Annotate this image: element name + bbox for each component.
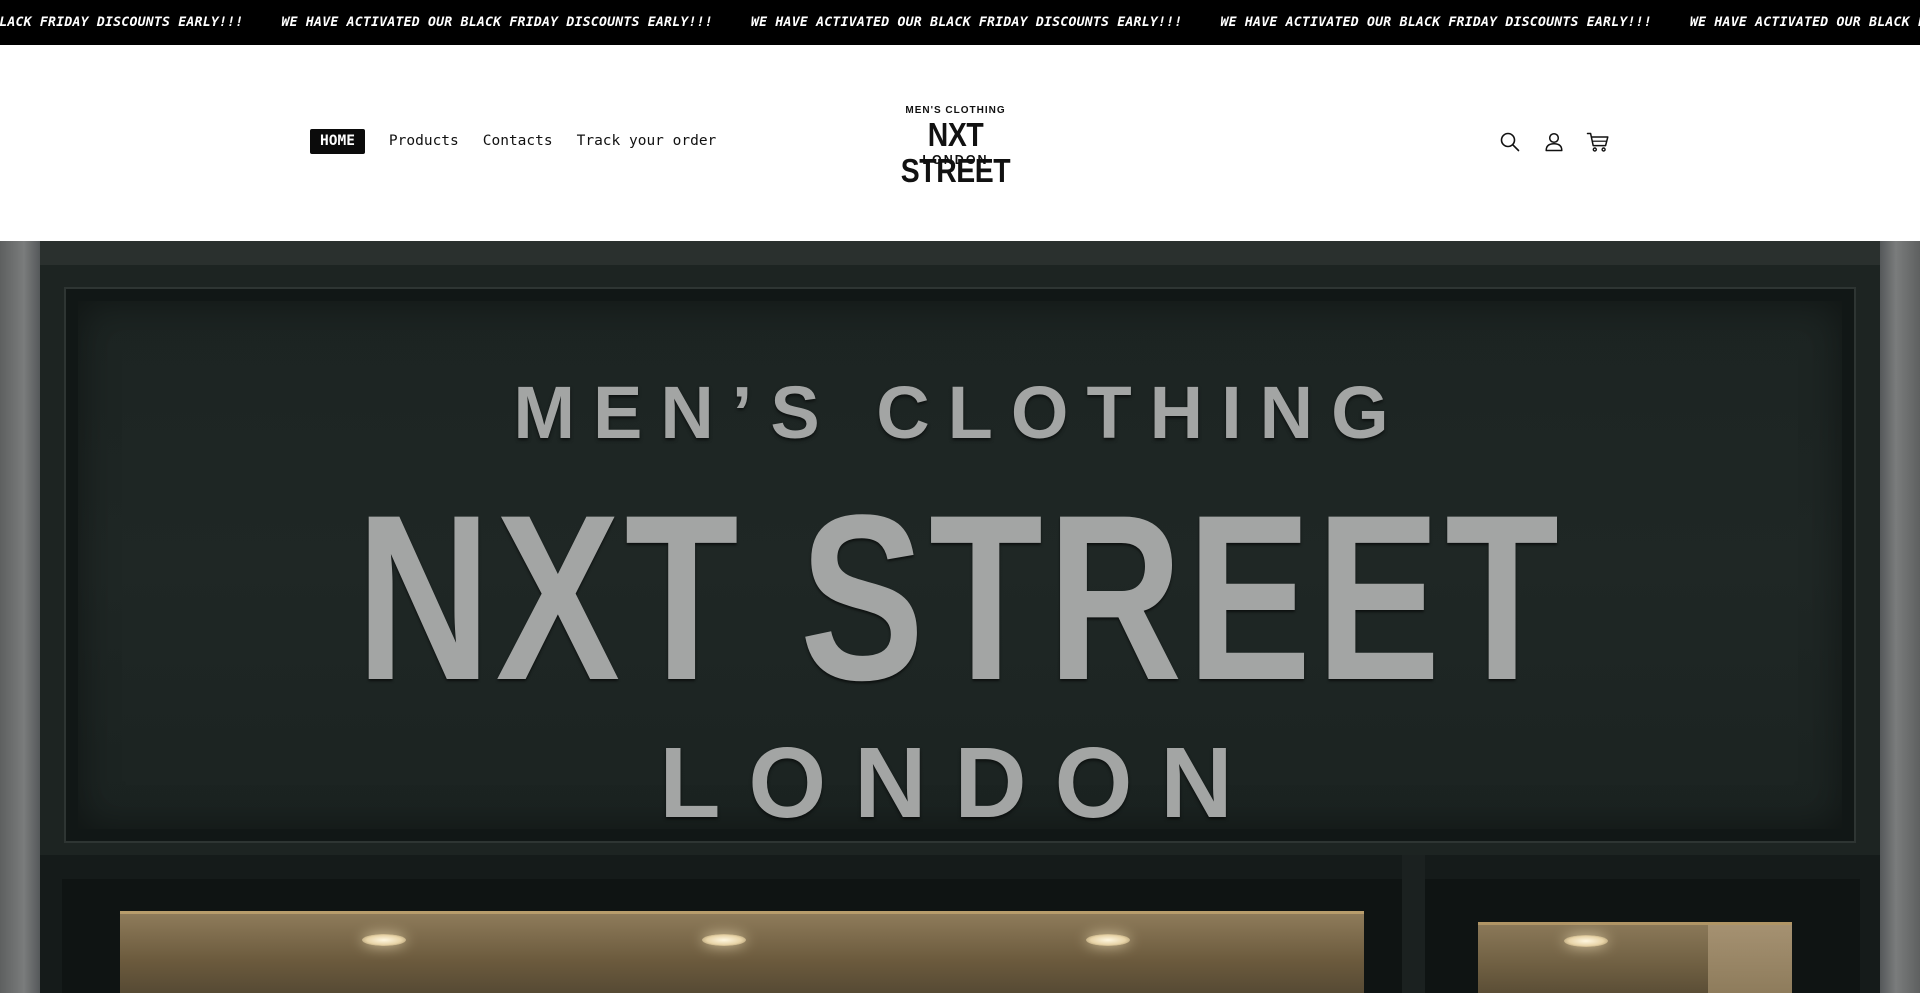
sign-tagline: MEN’S CLOTHING	[513, 371, 1407, 454]
logo-tagline: MEN'S CLOTHING	[905, 105, 1006, 116]
cart-icon	[1586, 132, 1609, 152]
announcement-text: WE HAVE ACTIVATED OUR BLACK FRIDAY DISCO…	[751, 15, 1183, 30]
account-icon	[1545, 132, 1563, 152]
main-nav: HOME Products Contacts Track your order	[310, 129, 740, 154]
logo-location: LONDON	[922, 153, 989, 167]
account-button[interactable]	[1541, 129, 1567, 155]
store-logo[interactable]: MEN'S CLOTHING NXT STREET LONDON	[880, 105, 1031, 189]
nav-track-order-link[interactable]: Track your order	[577, 129, 717, 154]
ceiling-light	[1564, 935, 1608, 947]
nav-products-link[interactable]: Products	[389, 129, 459, 154]
stone-pillar-left	[0, 241, 40, 993]
nav-home-link[interactable]: HOME	[310, 129, 365, 154]
ceiling-light	[702, 934, 746, 946]
nav-contacts-link[interactable]: Contacts	[483, 129, 553, 154]
site-header: HOME Products Contacts Track your order …	[0, 45, 1920, 241]
announcement-text: WE HAVE ACTIVATED OUR BLACK FRIDAY DISCO…	[1690, 15, 1920, 30]
sign-wordmark: NXT STREET	[356, 466, 1564, 730]
announcement-text: WE HAVE ACTIVATED OUR BLACK FRIDAY DISCO…	[281, 15, 713, 30]
stone-pillar-right	[1880, 241, 1920, 993]
ceiling-light	[1086, 934, 1130, 946]
announcement-text: WE HAVE ACTIVATED OUR BLACK FRIDAY DISCO…	[1220, 15, 1652, 30]
facade-cornice	[40, 241, 1880, 265]
shopfront-post	[1402, 855, 1425, 993]
cart-button[interactable]	[1585, 129, 1611, 155]
search-icon	[1500, 132, 1520, 152]
sign-location: LONDON	[659, 727, 1261, 839]
window-shade	[1708, 925, 1792, 993]
announcement-track: WE HAVE ACTIVATED OUR BLACK FRIDAY DISCO…	[0, 0, 1920, 45]
ceiling-light	[362, 934, 406, 946]
search-button[interactable]	[1497, 129, 1523, 155]
shop-window-right	[1478, 922, 1792, 993]
announcement-bar: WE HAVE ACTIVATED OUR BLACK FRIDAY DISCO…	[0, 0, 1920, 45]
shop-window-left	[120, 911, 1364, 993]
header-icons	[1497, 129, 1629, 155]
announcement-text: WE HAVE ACTIVATED OUR BLACK FRIDAY DISCO…	[0, 15, 244, 30]
